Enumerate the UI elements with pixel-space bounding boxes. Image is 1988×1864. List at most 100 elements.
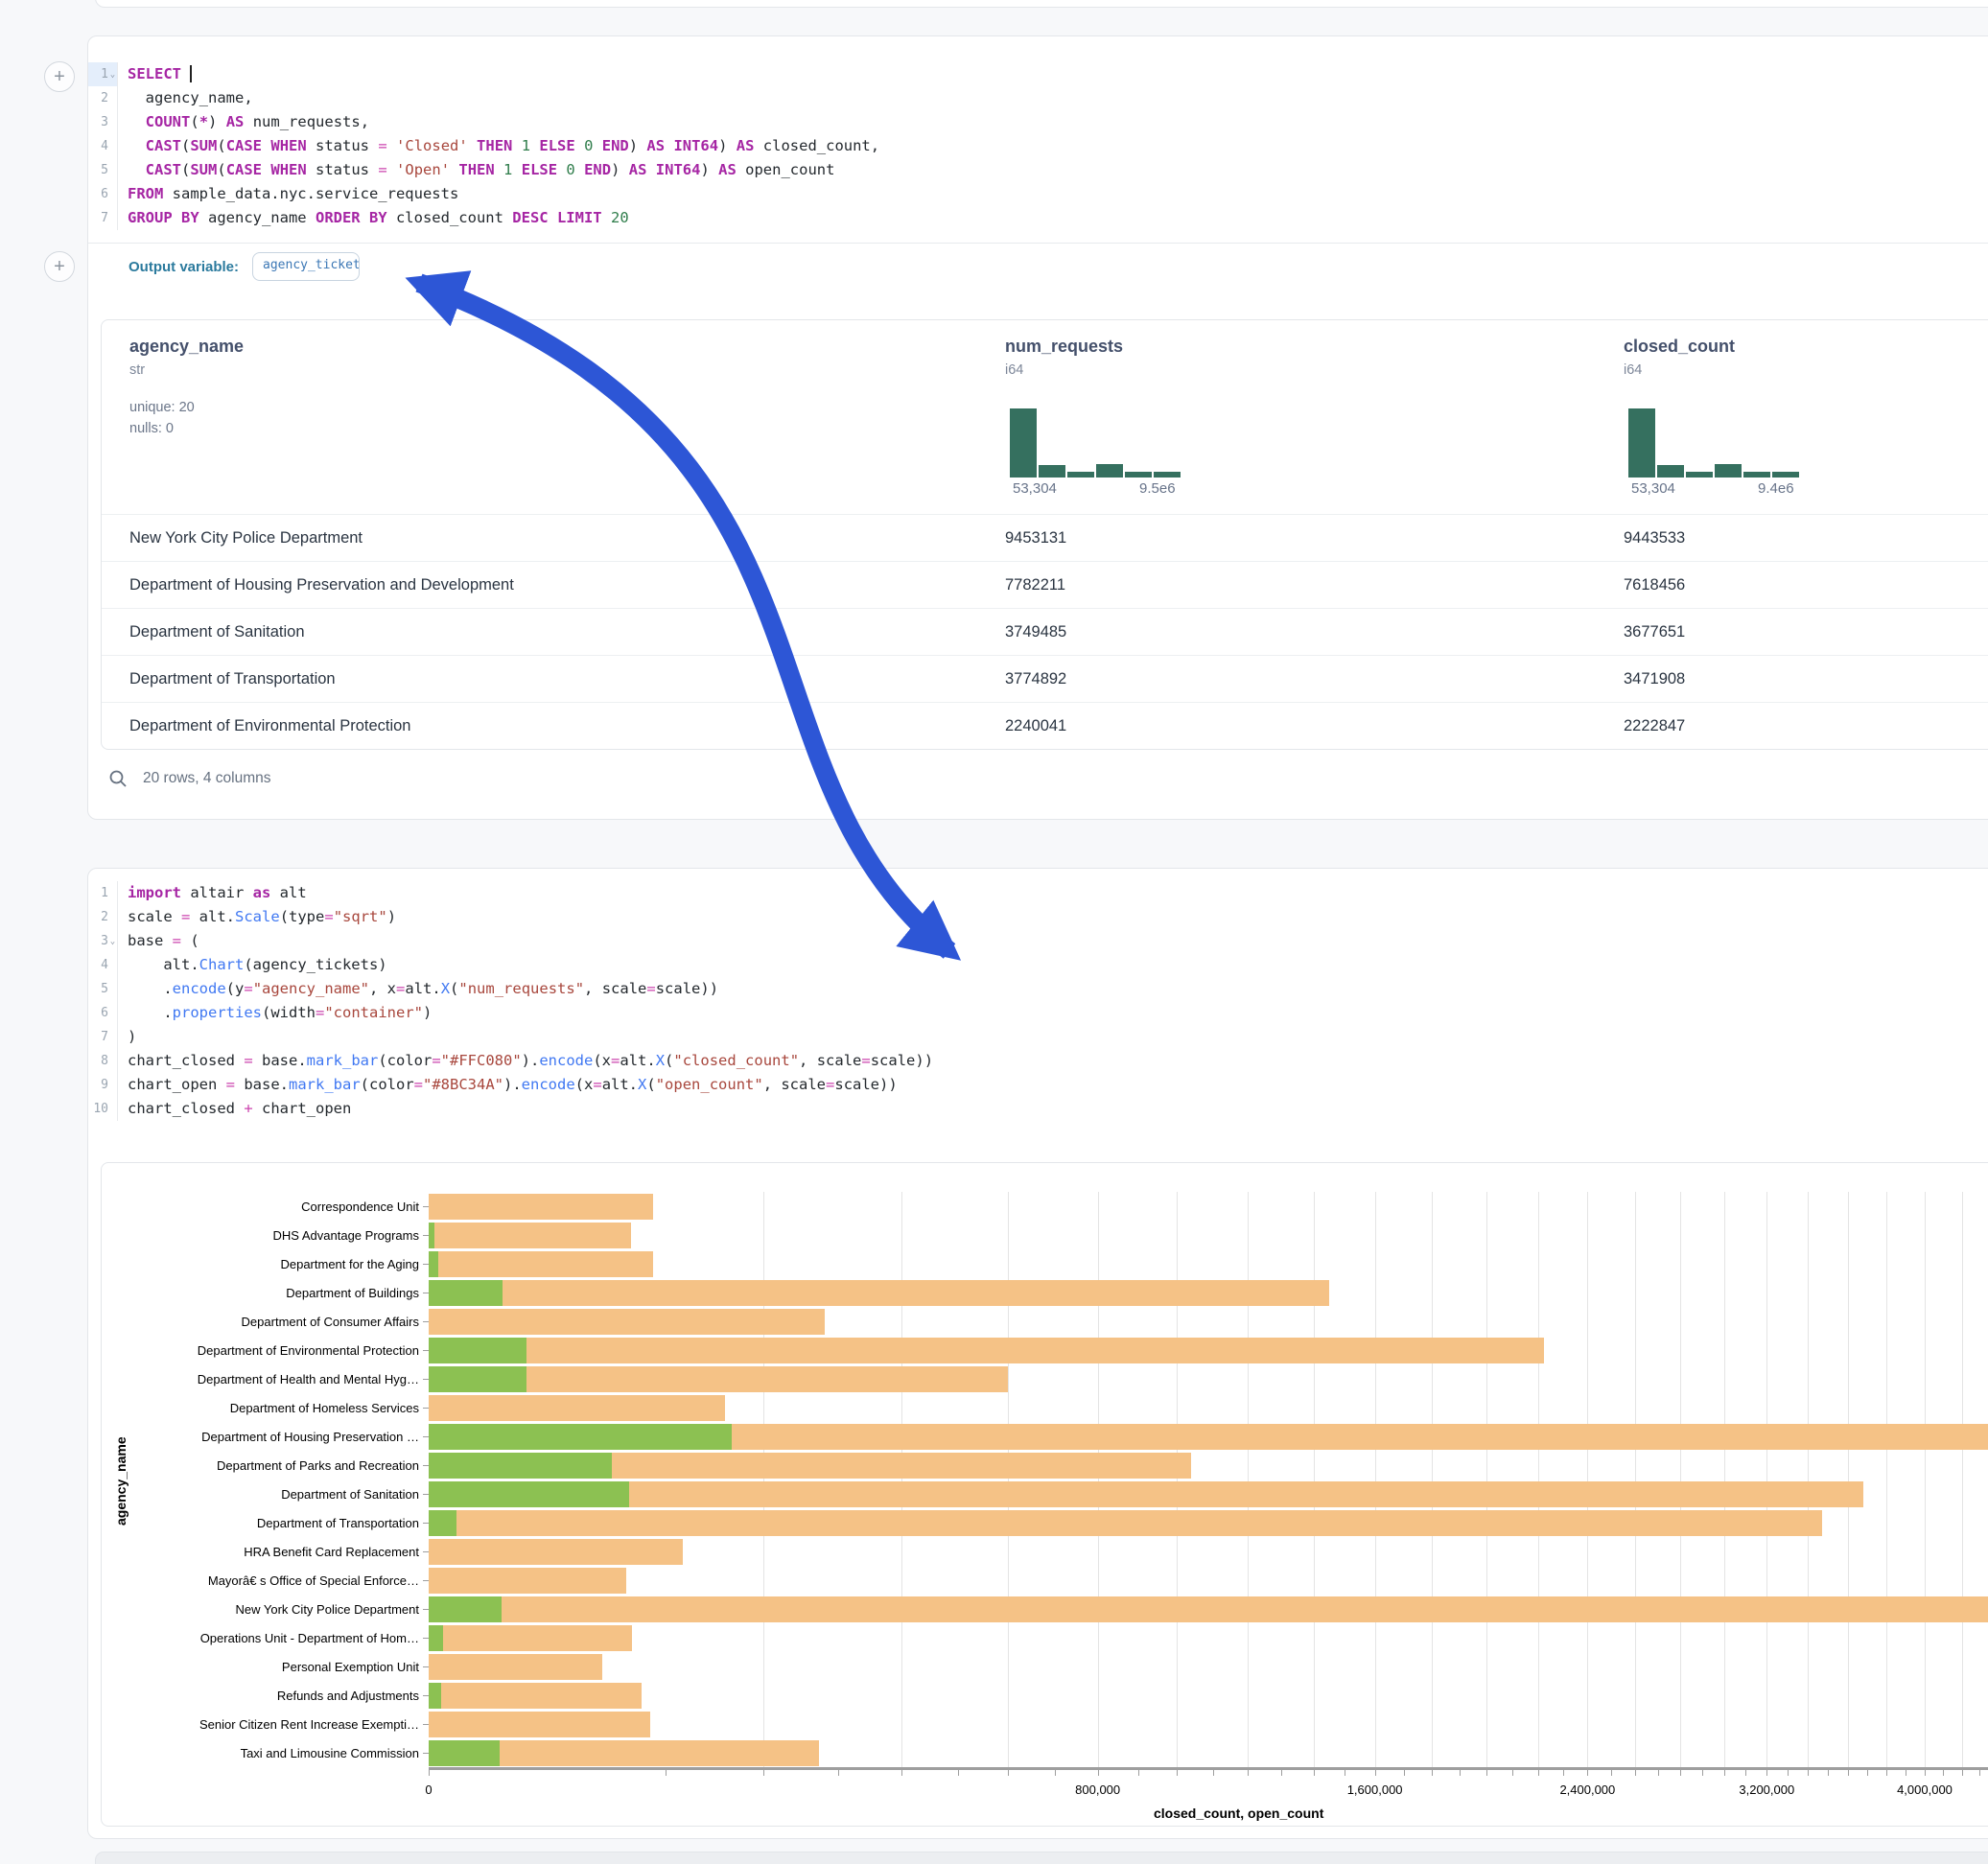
- add-cell-button[interactable]: +: [44, 61, 75, 92]
- code-line-text: CAST(SUM(CASE WHEN status = 'Closed' THE…: [128, 134, 879, 158]
- x-tick: [1925, 1770, 1926, 1776]
- code-line-text: GROUP BY agency_name ORDER BY closed_cou…: [128, 206, 629, 230]
- bar-closed-count[interactable]: [429, 1338, 1544, 1363]
- output-variable-pill[interactable]: agency_tickets: [252, 252, 360, 281]
- python-line[interactable]: 7): [88, 1025, 1910, 1049]
- python-line[interactable]: 2scale = alt.Scale(type="sqrt"): [88, 905, 1910, 929]
- search-icon[interactable]: [108, 769, 128, 788]
- x-axis-tick-label: 1,600,000: [1347, 1782, 1403, 1797]
- bar-open-count[interactable]: [429, 1424, 732, 1450]
- table-row[interactable]: Department of Sanitation37494853677651: [102, 608, 1988, 656]
- column-type: i64: [1624, 362, 1642, 378]
- x-tick: [1138, 1770, 1139, 1776]
- python-code-editor[interactable]: 1import altair as alt2scale = alt.Scale(…: [88, 881, 1910, 1121]
- line-number-gutter: 3⌄: [88, 929, 118, 953]
- bar-open-count[interactable]: [429, 1683, 441, 1709]
- fold-spacer: [108, 1049, 117, 1073]
- python-line[interactable]: 4 alt.Chart(agency_tickets): [88, 953, 1910, 977]
- line-number-gutter: 7: [88, 1025, 118, 1049]
- code-line-text: base = (: [128, 929, 199, 953]
- gridline: [1724, 1192, 1725, 1767]
- sql-line[interactable]: 1⌄SELECT: [88, 62, 1910, 86]
- bar-open-count[interactable]: [429, 1740, 500, 1766]
- python-line[interactable]: 9 chart_open = base.mark_bar(color="#8BC3…: [88, 1073, 1910, 1097]
- fold-chevron-icon[interactable]: ⌄: [108, 62, 117, 86]
- bar-closed-count[interactable]: [429, 1625, 632, 1651]
- bar-open-count[interactable]: [429, 1223, 434, 1248]
- column-header[interactable]: agency_name: [129, 337, 244, 357]
- line-number: 7: [88, 1025, 108, 1049]
- table-cell: 7618456: [1624, 562, 1685, 609]
- table-cell: 3677651: [1624, 609, 1685, 656]
- table-cell: 9453131: [1005, 515, 1066, 562]
- table-row[interactable]: Department of Transportation377489234719…: [102, 655, 1988, 703]
- bar-closed-count[interactable]: [429, 1194, 653, 1220]
- bar-open-count[interactable]: [429, 1596, 502, 1622]
- bar-open-count[interactable]: [429, 1338, 526, 1363]
- histogram-max-label: 9.4e6: [1758, 480, 1794, 497]
- fold-spacer: [108, 1001, 117, 1025]
- table-cell: 2240041: [1005, 703, 1066, 750]
- bar-closed-count[interactable]: [429, 1395, 725, 1421]
- x-tick: [901, 1770, 902, 1776]
- bar-open-count[interactable]: [429, 1625, 443, 1651]
- bar-closed-count[interactable]: [429, 1568, 626, 1594]
- line-number-gutter: 9: [88, 1073, 118, 1097]
- bar-open-count[interactable]: [429, 1481, 629, 1507]
- bar-closed-count[interactable]: [429, 1251, 653, 1277]
- chart-output-card: Correspondence UnitDHS Advantage Program…: [101, 1162, 1988, 1827]
- bar-closed-count[interactable]: [429, 1596, 1988, 1622]
- add-cell-button[interactable]: +: [44, 251, 75, 282]
- code-line-text: CAST(SUM(CASE WHEN status = 'Open' THEN …: [128, 158, 834, 182]
- bar-closed-count[interactable]: [429, 1309, 825, 1335]
- sql-line[interactable]: 6FROM sample_data.nyc.service_requests: [88, 182, 1910, 206]
- bar-closed-count[interactable]: [429, 1712, 650, 1737]
- bar-closed-count[interactable]: [429, 1683, 642, 1709]
- code-line-text: chart_open = base.mark_bar(color="#8BC34…: [128, 1073, 898, 1097]
- x-axis-tick-label: 0: [425, 1782, 432, 1797]
- line-number-gutter: 4: [88, 134, 118, 158]
- previous-cell-edge: [95, 0, 1988, 8]
- bar-closed-count[interactable]: [429, 1223, 631, 1248]
- column-header[interactable]: num_requests: [1005, 337, 1123, 357]
- sql-line[interactable]: 4 CAST(SUM(CASE WHEN status = 'Closed' T…: [88, 134, 1910, 158]
- python-line[interactable]: 5 .encode(y="agency_name", x=alt.X("num_…: [88, 977, 1910, 1001]
- bar-closed-count[interactable]: [429, 1654, 602, 1680]
- sql-line[interactable]: 5 CAST(SUM(CASE WHEN status = 'Open' THE…: [88, 158, 1910, 182]
- sql-line[interactable]: 7 GROUP BY agency_name ORDER BY closed_co…: [88, 206, 1910, 230]
- table-row[interactable]: Department of Environmental Protection22…: [102, 702, 1988, 750]
- x-tick: [1486, 1770, 1487, 1776]
- python-line[interactable]: 10chart_closed + chart_open: [88, 1097, 1910, 1121]
- python-line[interactable]: 3⌄ base = (: [88, 929, 1910, 953]
- column-header[interactable]: closed_count: [1624, 337, 1735, 357]
- table-row[interactable]: Department of Housing Preservation and D…: [102, 561, 1988, 609]
- gridline: [1680, 1192, 1681, 1767]
- line-number: 9: [88, 1073, 108, 1097]
- gridline: [1008, 1192, 1009, 1767]
- x-tick: [1962, 1770, 1963, 1776]
- python-line[interactable]: 1import altair as alt: [88, 881, 1910, 905]
- bar-closed-count[interactable]: [429, 1481, 1863, 1507]
- fold-chevron-icon[interactable]: ⌄: [108, 929, 117, 953]
- sql-line[interactable]: 3 COUNT(*) AS num_requests,: [88, 110, 1910, 134]
- bar-closed-count[interactable]: [429, 1539, 683, 1565]
- fold-spacer: [108, 1073, 117, 1097]
- bar-open-count[interactable]: [429, 1280, 503, 1306]
- line-number-gutter: 1: [88, 881, 118, 905]
- bar-closed-count[interactable]: [429, 1510, 1822, 1536]
- bar-open-count[interactable]: [429, 1510, 456, 1536]
- code-line-text: .properties(width="container"): [128, 1001, 432, 1025]
- code-line-text: agency_name,: [128, 86, 253, 110]
- line-number: 7: [88, 206, 108, 230]
- bar-open-count[interactable]: [429, 1366, 526, 1392]
- bar-open-count[interactable]: [429, 1251, 438, 1277]
- bar-closed-count[interactable]: [429, 1280, 1329, 1306]
- bar-open-count[interactable]: [429, 1453, 612, 1479]
- y-axis-label: Department of Health and Mental Hyg…: [198, 1372, 419, 1386]
- table-row[interactable]: New York City Police Department945313194…: [102, 514, 1988, 562]
- sql-line[interactable]: 2 agency_name,: [88, 86, 1910, 110]
- python-line[interactable]: 6 .properties(width="container"): [88, 1001, 1910, 1025]
- python-line[interactable]: 8chart_closed = base.mark_bar(color="#FF…: [88, 1049, 1910, 1073]
- sql-code-editor[interactable]: 1⌄SELECT 2 agency_name,3 COUNT(*) AS num…: [88, 62, 1910, 230]
- gridline: [1962, 1192, 1963, 1767]
